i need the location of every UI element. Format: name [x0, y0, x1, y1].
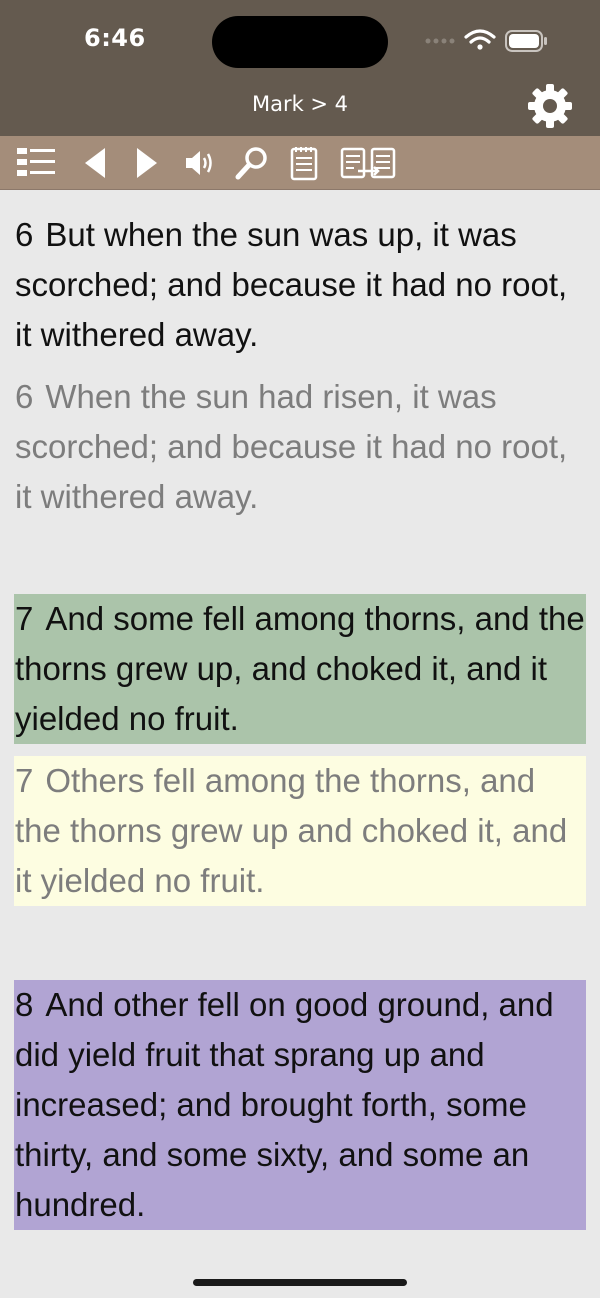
- verse-text: And some fell among thorns, and the thor…: [15, 600, 585, 737]
- list-icon: [17, 148, 55, 176]
- speaker-icon: [186, 151, 212, 175]
- home-indicator[interactable]: [193, 1279, 407, 1286]
- verse-number: 6: [15, 378, 34, 415]
- toolbar: [0, 136, 600, 190]
- verse-number: 7: [15, 600, 34, 637]
- previous-chapter-button[interactable]: [74, 144, 114, 182]
- verse-text: But when the sun was up, it was scorched…: [15, 216, 568, 353]
- audio-button[interactable]: [180, 144, 220, 182]
- verse-number: 6: [15, 216, 34, 253]
- previous-icon: [85, 148, 105, 178]
- status-time: 6:46: [84, 24, 146, 52]
- signal-dots-icon: [425, 38, 455, 44]
- search-icon: [235, 147, 267, 180]
- verse-number: 7: [15, 762, 34, 799]
- notes-icon: [290, 147, 318, 181]
- verse-8-kjv[interactable]: 8 And other fell on good ground, and did …: [14, 980, 586, 1230]
- contents-button[interactable]: [16, 144, 56, 182]
- dynamic-island: [212, 16, 388, 68]
- status-icons: [424, 26, 584, 56]
- gear-icon: [528, 84, 572, 128]
- verse-text: And other fell on good ground, and did y…: [15, 986, 554, 1223]
- verse-text: When the sun had risen, it was scorched;…: [15, 378, 568, 515]
- verse-6-modern[interactable]: 6 When the sun had risen, it was scorched…: [14, 372, 586, 522]
- verse-number: 8: [15, 986, 34, 1023]
- verse-7-kjv[interactable]: 7 And some fell among thorns, and the tho…: [14, 594, 586, 744]
- chapter-content[interactable]: 6 But when the sun was up, it was scorche…: [0, 190, 600, 1298]
- nav-header: Mark > 4: [0, 82, 600, 136]
- next-chapter-button[interactable]: [126, 144, 166, 182]
- wifi-icon: [464, 29, 496, 50]
- verse-text: Others fell among the thorns, and the th…: [15, 762, 568, 899]
- status-bar: 6:46: [0, 0, 600, 82]
- page-title: Mark > 4: [251, 92, 349, 116]
- battery-icon: [505, 30, 547, 52]
- verse-7-modern[interactable]: 7 Others fell among the thorns, and the t…: [14, 756, 586, 906]
- notes-button[interactable]: [284, 144, 324, 182]
- settings-button[interactable]: [526, 82, 574, 130]
- search-button[interactable]: [232, 144, 272, 182]
- verse-6-kjv[interactable]: 6 But when the sun was up, it was scorche…: [14, 210, 586, 360]
- next-icon: [137, 148, 157, 178]
- compare-icon: [340, 147, 396, 179]
- compare-button[interactable]: [340, 144, 396, 182]
